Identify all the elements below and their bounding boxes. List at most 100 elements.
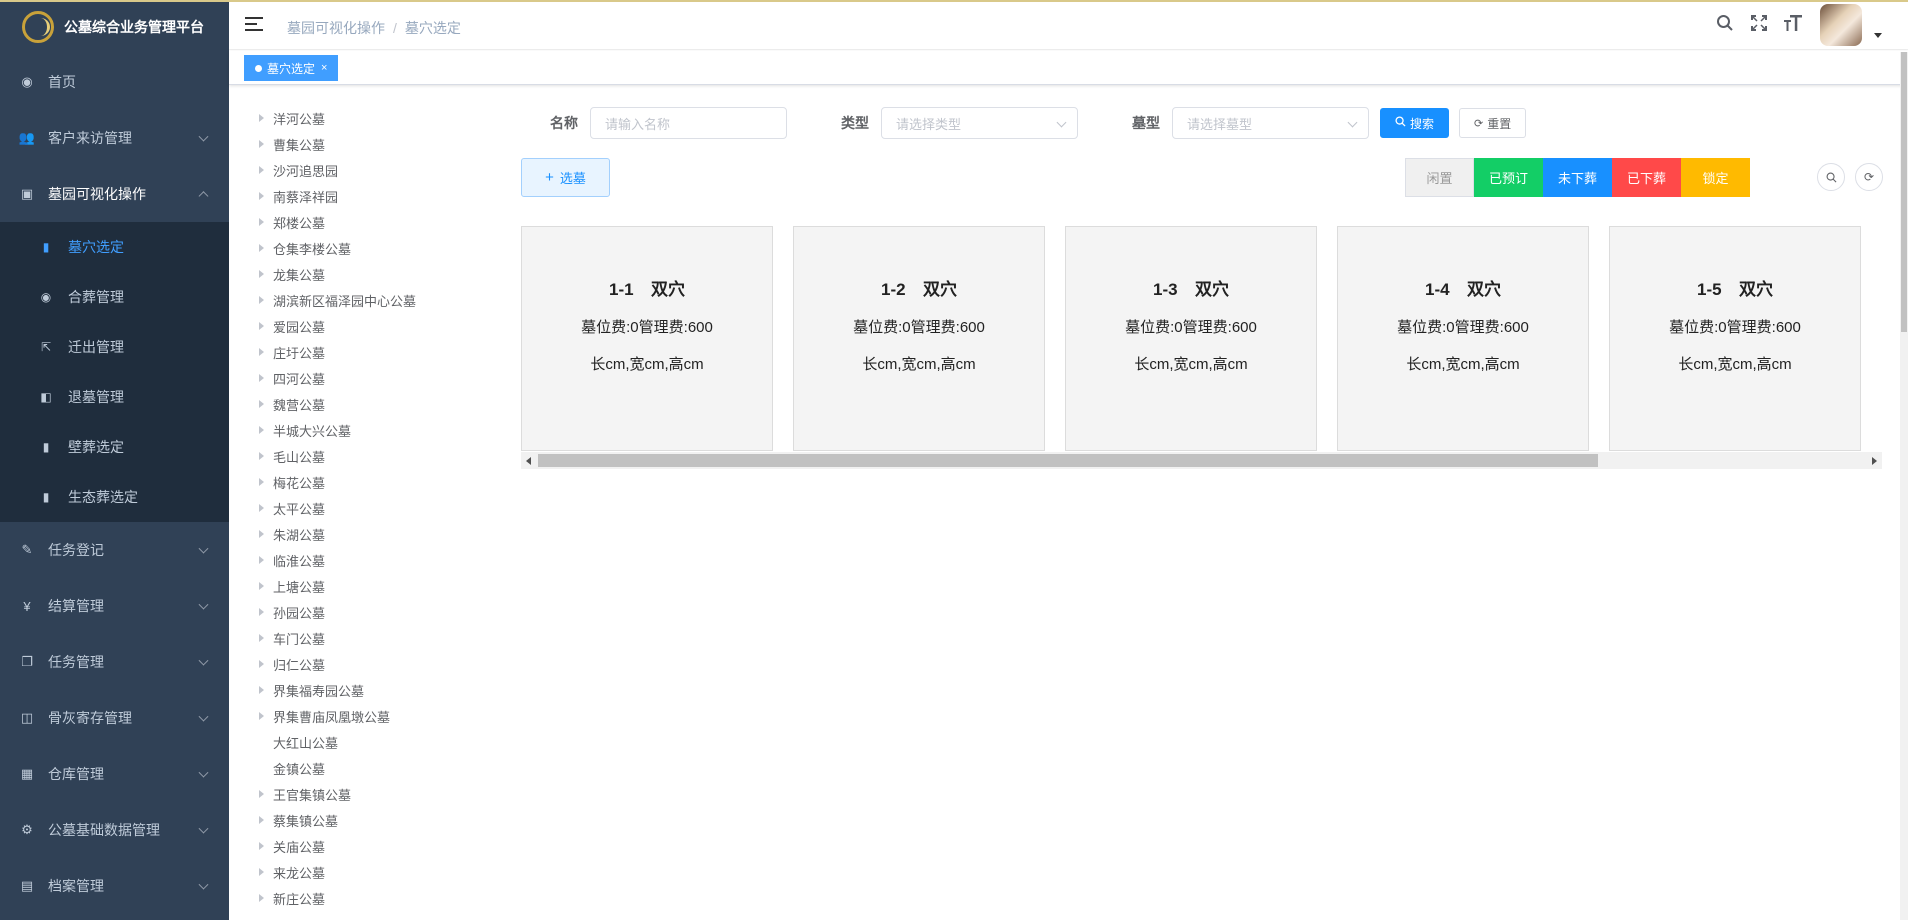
horizontal-scrollbar[interactable] (521, 452, 1882, 469)
tree-node[interactable]: 仓集李楼公墓 (229, 235, 509, 261)
tree-node[interactable]: 龙集公墓 (229, 261, 509, 287)
vertical-scrollbar[interactable] (1900, 52, 1908, 920)
tree-node[interactable]: 郑楼公墓 (229, 209, 509, 235)
tree-node[interactable]: 王官集镇公墓 (229, 781, 509, 807)
tree-node[interactable]: 临淮公墓 (229, 547, 509, 573)
caret-right-icon[interactable] (259, 400, 264, 408)
search-icon[interactable] (1708, 14, 1742, 37)
tree-node[interactable]: 湖滨新区福泽园中心公墓 (229, 287, 509, 313)
scroll-right-icon[interactable] (1872, 457, 1877, 465)
scroll-left-icon[interactable] (526, 457, 531, 465)
tree-node[interactable]: 蔡集镇公墓 (229, 807, 509, 833)
sidebar-item[interactable]: ⚙ 公墓基础数据管理 (0, 802, 229, 858)
caret-right-icon[interactable] (259, 504, 264, 512)
caret-right-icon[interactable] (259, 582, 264, 590)
caret-right-icon[interactable] (259, 426, 264, 434)
sidebar-item[interactable]: ◫ 骨灰寄存管理 (0, 690, 229, 746)
reset-button[interactable]: ⟳ 重置 (1459, 108, 1527, 138)
tomb-card[interactable]: 1-4 双穴 墓位费:0管理费:600 长cm,宽cm,高cm (1337, 226, 1589, 451)
caret-right-icon[interactable] (259, 192, 264, 200)
tree-node[interactable]: 梅花公墓 (229, 469, 509, 495)
tree-node[interactable]: 大红山公墓 (229, 729, 509, 755)
sidebar-subitem[interactable]: ▮ 生态葬选定 (0, 472, 229, 522)
tomb-select[interactable]: 请选择墓型 (1172, 107, 1369, 139)
caret-right-icon[interactable] (259, 322, 264, 330)
search-button[interactable]: 搜索 (1380, 108, 1450, 138)
name-input[interactable]: 请输入名称 (590, 107, 787, 139)
tree-node[interactable]: 太平公墓 (229, 495, 509, 521)
sidebar-item[interactable]: ❐ 任务管理 (0, 634, 229, 690)
tree-node[interactable]: 四河公墓 (229, 365, 509, 391)
tomb-card[interactable]: 1-2 双穴 墓位费:0管理费:600 长cm,宽cm,高cm (793, 226, 1045, 451)
tree-node[interactable]: 魏营公墓 (229, 391, 509, 417)
select-tomb-button[interactable]: + 选墓 (521, 158, 610, 197)
tag-active[interactable]: 墓穴选定 × (244, 55, 339, 81)
caret-right-icon[interactable] (259, 816, 264, 824)
caret-right-icon[interactable] (259, 712, 264, 720)
scroll-thumb[interactable] (1901, 52, 1907, 332)
tree-node[interactable]: 界集福寿园公墓 (229, 677, 509, 703)
caret-right-icon[interactable] (259, 244, 264, 252)
sidebar-subitem[interactable]: ▮ 墓穴选定 (0, 222, 229, 272)
tree-node[interactable]: 朱湖公墓 (229, 521, 509, 547)
sidebar-subitem[interactable]: ◉ 合葬管理 (0, 272, 229, 322)
fullscreen-icon[interactable] (1742, 14, 1776, 37)
caret-right-icon[interactable] (259, 296, 264, 304)
tree-node[interactable]: 来龙公墓 (229, 859, 509, 885)
tree-node[interactable]: 关庙公墓 (229, 833, 509, 859)
sidebar-item[interactable]: ▣ 墓园可视化操作 (0, 166, 229, 222)
caret-right-icon[interactable] (259, 452, 264, 460)
font-size-icon[interactable] (1776, 14, 1810, 37)
close-icon[interactable]: × (321, 62, 327, 74)
tree-node[interactable]: 孙园公墓 (229, 599, 509, 625)
scroll-thumb[interactable] (538, 454, 1598, 467)
status-filter-button[interactable]: 闲置 (1405, 158, 1474, 197)
hamburger-icon[interactable] (245, 17, 263, 31)
breadcrumb-item[interactable]: 墓园可视化操作 (287, 20, 385, 36)
caret-right-icon[interactable] (259, 894, 264, 902)
tree-node[interactable]: 洋河公墓 (229, 105, 509, 131)
brand[interactable]: 公墓综合业务管理平台 (0, 0, 229, 54)
avatar[interactable] (1820, 4, 1862, 46)
caret-right-icon[interactable] (259, 140, 264, 148)
tomb-card[interactable]: 1-3 双穴 墓位费:0管理费:600 长cm,宽cm,高cm (1065, 226, 1317, 451)
caret-right-icon[interactable] (259, 556, 264, 564)
caret-right-icon[interactable] (259, 348, 264, 356)
tree-node[interactable]: 沙河追思园 (229, 157, 509, 183)
status-filter-button[interactable]: 锁定 (1681, 158, 1750, 197)
sidebar-subitem[interactable]: ⇱ 迁出管理 (0, 322, 229, 372)
sidebar-item[interactable]: ✎ 任务登记 (0, 522, 229, 578)
search-toggle-button[interactable] (1817, 163, 1845, 191)
tree-node[interactable]: 南蔡泽祥园 (229, 183, 509, 209)
tree-node[interactable]: 上塘公墓 (229, 573, 509, 599)
sidebar-item[interactable]: ◉ 首页 (0, 54, 229, 110)
caret-right-icon[interactable] (259, 686, 264, 694)
tomb-card[interactable]: 1-5 双穴 墓位费:0管理费:600 长cm,宽cm,高cm (1609, 226, 1861, 451)
tree-node[interactable]: 车门公墓 (229, 625, 509, 651)
sidebar-item[interactable]: ▦ 仓库管理 (0, 746, 229, 802)
tree-node[interactable]: 曹集公墓 (229, 131, 509, 157)
tree-node[interactable]: 归仁公墓 (229, 651, 509, 677)
caret-right-icon[interactable] (259, 660, 264, 668)
caret-right-icon[interactable] (259, 530, 264, 538)
caret-right-icon[interactable] (259, 114, 264, 122)
caret-right-icon[interactable] (259, 166, 264, 174)
tomb-card[interactable]: 1-1 双穴 墓位费:0管理费:600 长cm,宽cm,高cm (521, 226, 773, 451)
caret-right-icon[interactable] (259, 218, 264, 226)
tree-node[interactable]: 金镇公墓 (229, 755, 509, 781)
sidebar-item[interactable]: ▤ 档案管理 (0, 858, 229, 914)
sidebar-item[interactable]: ¥ 结算管理 (0, 578, 229, 634)
refresh-button[interactable]: ⟳ (1855, 163, 1883, 191)
sidebar-subitem[interactable]: ◧ 退墓管理 (0, 372, 229, 422)
caret-right-icon[interactable] (259, 842, 264, 850)
status-filter-button[interactable]: 已下葬 (1612, 158, 1681, 197)
type-select[interactable]: 请选择类型 (881, 107, 1078, 139)
tree-node[interactable]: 半城大兴公墓 (229, 417, 509, 443)
tree-node[interactable]: 毛山公墓 (229, 443, 509, 469)
caret-right-icon[interactable] (259, 868, 264, 876)
caret-right-icon[interactable] (259, 374, 264, 382)
caret-right-icon[interactable] (259, 270, 264, 278)
tree-node[interactable]: 庄圩公墓 (229, 339, 509, 365)
caret-right-icon[interactable] (259, 478, 264, 486)
tree-node[interactable]: 界集曹庙凤凰墩公墓 (229, 703, 509, 729)
